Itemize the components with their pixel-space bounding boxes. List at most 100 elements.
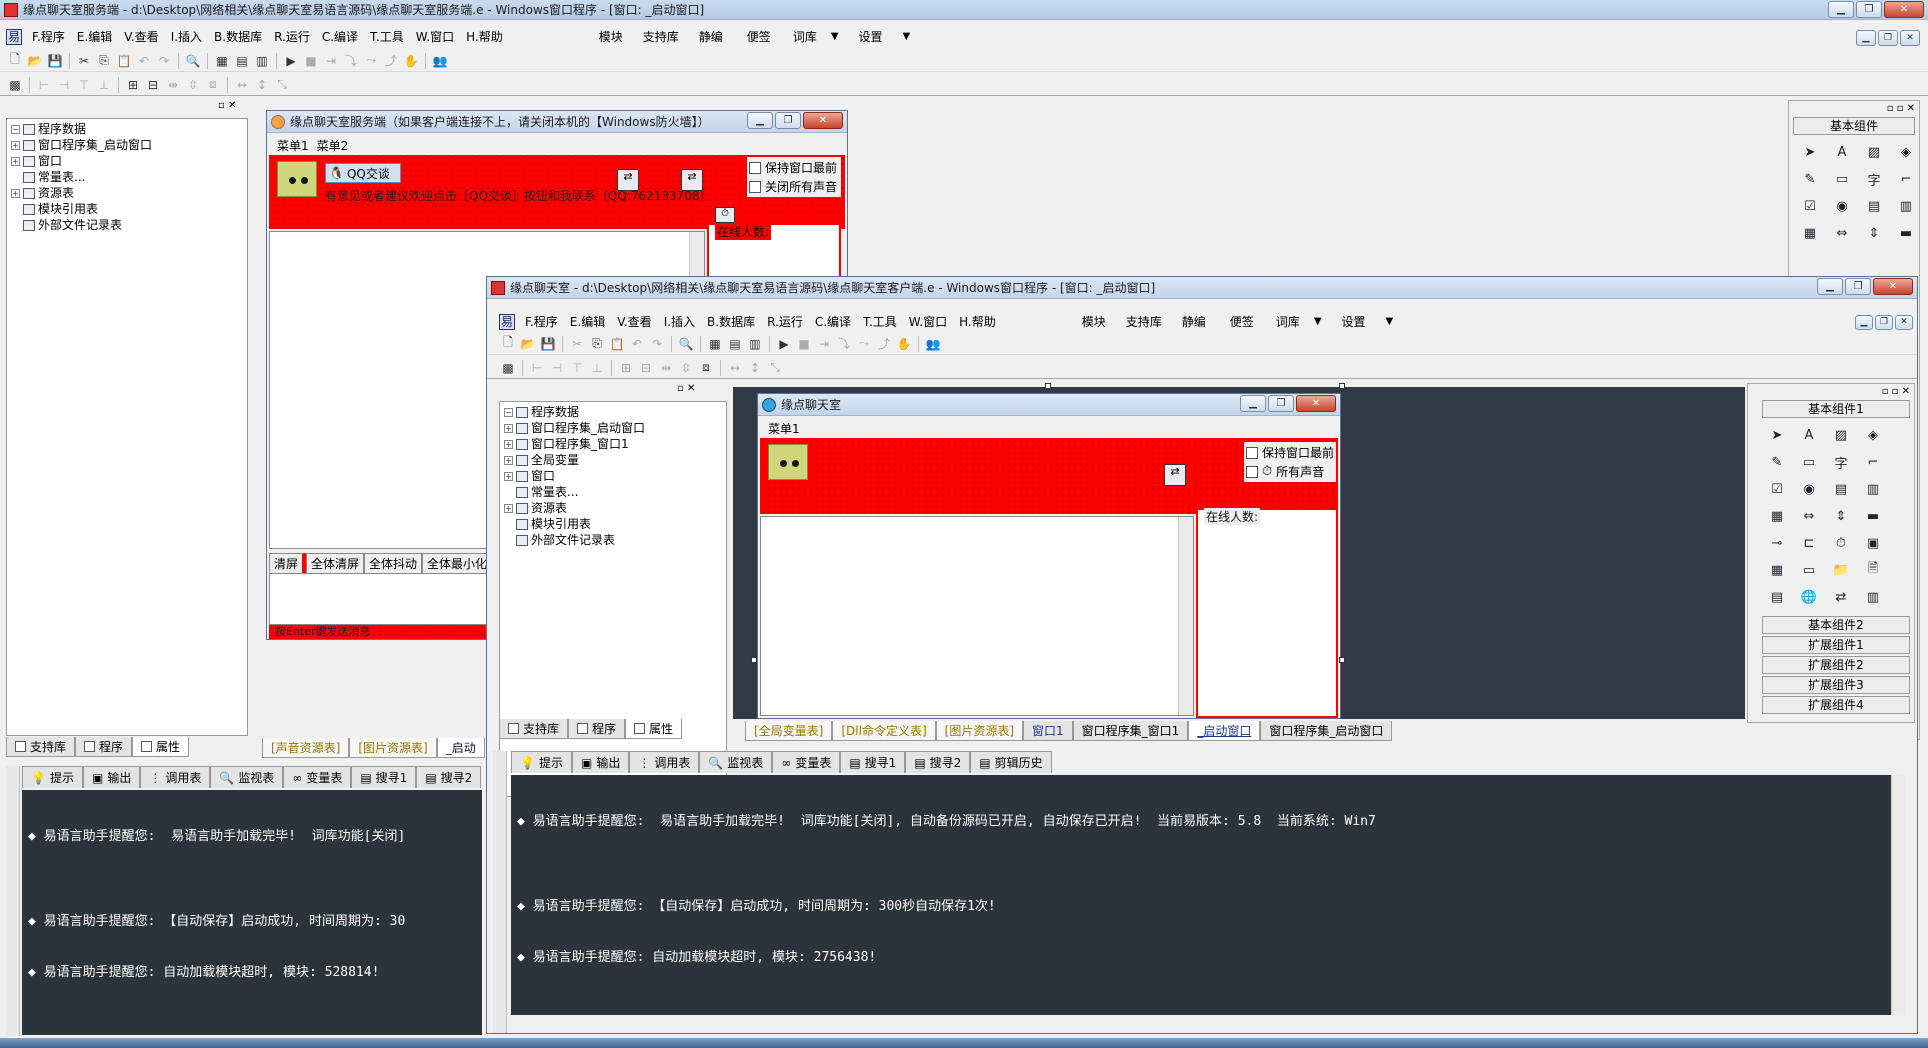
- tree-item-startup-window-set[interactable]: + 窗口程序集_启动窗口: [11, 137, 243, 153]
- client-tab-support-lib[interactable]: 支持库: [499, 719, 569, 739]
- client-mdi-close[interactable]: ✕: [1895, 315, 1913, 330]
- client-tab-program[interactable]: 程序: [568, 719, 626, 739]
- client-tab-variable-table[interactable]: ∞ 变量表: [772, 751, 841, 773]
- menu-insert[interactable]: I.插入: [165, 28, 208, 45]
- client-menu-compile[interactable]: C.编译: [809, 313, 857, 330]
- grid-icon[interactable]: ▩: [6, 76, 24, 94]
- frame-icon[interactable]: ▭: [1831, 168, 1853, 190]
- client-menu-static-compile[interactable]: 静编: [1172, 313, 1216, 330]
- tree-item-resources[interactable]: + 资源表: [11, 185, 243, 201]
- client-button-icon[interactable]: ▭: [1798, 559, 1820, 581]
- client-picture-icon[interactable]: ▨: [1830, 424, 1852, 446]
- client-save-icon[interactable]: 💾: [539, 335, 557, 353]
- client-keep-front-checkbox[interactable]: 保持窗口最前: [1246, 444, 1334, 461]
- client-label-icon[interactable]: A: [1798, 424, 1820, 446]
- tree-item-constants[interactable]: 常量表...: [11, 169, 243, 185]
- client-tab-watch-table[interactable]: 🔍 监视表: [699, 751, 773, 773]
- client-menu-insert[interactable]: I.插入: [658, 313, 701, 330]
- tab-output[interactable]: ▣ 输出: [82, 766, 141, 788]
- clear-all-button[interactable]: 全体清屏: [306, 553, 365, 574]
- edit-box-icon[interactable]: ✎: [1799, 168, 1821, 190]
- client-form-close[interactable]: ✕: [1296, 395, 1336, 412]
- client-basic-components-2[interactable]: 基本组件2: [1762, 616, 1910, 634]
- client-tree-item-window1-set[interactable]: + 窗口程序集_窗口1: [504, 436, 722, 452]
- client-tab-window1[interactable]: 窗口1: [1023, 721, 1073, 741]
- client-align-top-icon[interactable]: ⊤: [568, 359, 586, 377]
- client-stop-icon[interactable]: ■: [795, 335, 813, 353]
- client-pointer-icon[interactable]: ➤: [1766, 424, 1788, 446]
- resize-grip[interactable]: [1045, 383, 1051, 389]
- client-space-v-icon[interactable]: ⇳: [677, 359, 695, 377]
- client-form-minimize[interactable]: ▁: [1240, 395, 1266, 412]
- shape-icon[interactable]: ◈: [1895, 141, 1917, 163]
- client-tab-control-icon[interactable]: ⊏: [1798, 532, 1820, 554]
- hand-icon[interactable]: ✋: [402, 52, 420, 70]
- client-ext-components-4[interactable]: 扩展组件4: [1762, 696, 1910, 714]
- client-shape-icon[interactable]: ◈: [1862, 424, 1884, 446]
- menu-program[interactable]: F.程序: [26, 28, 71, 45]
- cut-icon[interactable]: ✂: [75, 52, 93, 70]
- client-form-menu-1[interactable]: 菜单1: [764, 420, 804, 437]
- menu-support-lib[interactable]: 支持库: [633, 28, 689, 45]
- client-line-icon[interactable]: ⌐: [1862, 451, 1884, 473]
- client-text-icon[interactable]: 字: [1830, 451, 1852, 473]
- client-tab-search2[interactable]: ▤ 搜寻2: [905, 751, 971, 773]
- client-center-h-icon[interactable]: ⊞: [617, 359, 635, 377]
- undo-icon[interactable]: ↶: [135, 52, 153, 70]
- client-space-h-icon[interactable]: ⇹: [657, 359, 675, 377]
- client-menu-window[interactable]: W.窗口: [903, 313, 953, 330]
- center-h-icon[interactable]: ⊞: [124, 76, 142, 94]
- picture-box-icon[interactable]: ▨: [1863, 141, 1885, 163]
- client-timer-component-icon[interactable]: ⏱: [1830, 532, 1852, 554]
- server-menu-1[interactable]: 菜单1: [273, 137, 313, 154]
- copy-icon[interactable]: ⎘: [95, 52, 113, 70]
- open-file-icon[interactable]: 📂: [26, 52, 44, 70]
- client-align-left-icon[interactable]: ⊢: [528, 359, 546, 377]
- client-scroll-h-icon[interactable]: ⇔: [1798, 505, 1820, 527]
- client-tree-item-startup-set[interactable]: + 窗口程序集_启动窗口: [504, 420, 722, 436]
- tree-item-program-data[interactable]: − 程序数据: [11, 121, 243, 137]
- client-date-icon[interactable]: ▣: [1862, 532, 1884, 554]
- client-socket-component-icon[interactable]: ⇄: [1830, 586, 1852, 608]
- align-top-icon[interactable]: ⊤: [75, 76, 93, 94]
- client-step-over-icon[interactable]: ⤳: [855, 335, 873, 353]
- client-grid-component-icon[interactable]: ▦: [1766, 559, 1788, 581]
- client-menu-view[interactable]: V.查看: [611, 313, 657, 330]
- progress-icon[interactable]: ▬: [1895, 222, 1917, 244]
- client-menu-notes[interactable]: 便签: [1216, 313, 1268, 330]
- client-basic-components-1[interactable]: 基本组件1: [1762, 400, 1910, 418]
- client-maximize-button[interactable]: ❐: [1845, 278, 1871, 295]
- client-menu-database[interactable]: B.数据库: [701, 313, 761, 330]
- menu-module[interactable]: 模块: [589, 28, 633, 45]
- align-bottom-icon[interactable]: ⊥: [95, 76, 113, 94]
- client-mdi-restore[interactable]: ❐: [1875, 315, 1893, 330]
- save-icon[interactable]: 💾: [46, 52, 64, 70]
- client-align-right-icon[interactable]: ⊣: [548, 359, 566, 377]
- client-tab-window1-set[interactable]: 窗口程序集_窗口1: [1072, 721, 1189, 741]
- label-component-icon[interactable]: A: [1831, 141, 1853, 163]
- tab-search2[interactable]: ▤ 搜寻2: [416, 766, 482, 788]
- client-tab-hint[interactable]: 💡 提示: [511, 751, 572, 773]
- align-right-icon[interactable]: ⊣: [55, 76, 73, 94]
- client-table-icon[interactable]: ▦: [1766, 505, 1788, 527]
- tab-image-resources[interactable]: [图片资源表]: [349, 738, 437, 758]
- client-menu-program[interactable]: F.程序: [519, 313, 564, 330]
- radio-component-icon[interactable]: ◉: [1831, 195, 1853, 217]
- same-size-icon[interactable]: ⧈: [204, 76, 222, 94]
- client-menu-wordlib-dropdown[interactable]: ▼: [1308, 316, 1328, 327]
- client-cut-icon[interactable]: ✂: [568, 335, 586, 353]
- align-left-icon[interactable]: ⊢: [35, 76, 53, 94]
- client-tab-global-vars[interactable]: [全局变量表]: [745, 721, 833, 741]
- resize-grip[interactable]: [1339, 657, 1345, 663]
- menu-database[interactable]: B.数据库: [208, 28, 268, 45]
- menu-notes[interactable]: 便签: [733, 28, 785, 45]
- tree-item-external-files[interactable]: 外部文件记录表: [11, 217, 243, 233]
- menu-wordlib[interactable]: 词库: [785, 28, 825, 45]
- client-open-file-icon[interactable]: 📂: [519, 335, 537, 353]
- client-tree-item-window[interactable]: + 窗口: [504, 468, 722, 484]
- scrollbar-v-icon[interactable]: ⇕: [1863, 222, 1885, 244]
- same-height-icon[interactable]: ↕: [253, 76, 271, 94]
- tab-watch-table[interactable]: 🔍 监视表: [210, 766, 284, 788]
- client-tab-properties[interactable]: 属性: [625, 719, 683, 739]
- client-scroll-v-icon[interactable]: ⇕: [1830, 505, 1852, 527]
